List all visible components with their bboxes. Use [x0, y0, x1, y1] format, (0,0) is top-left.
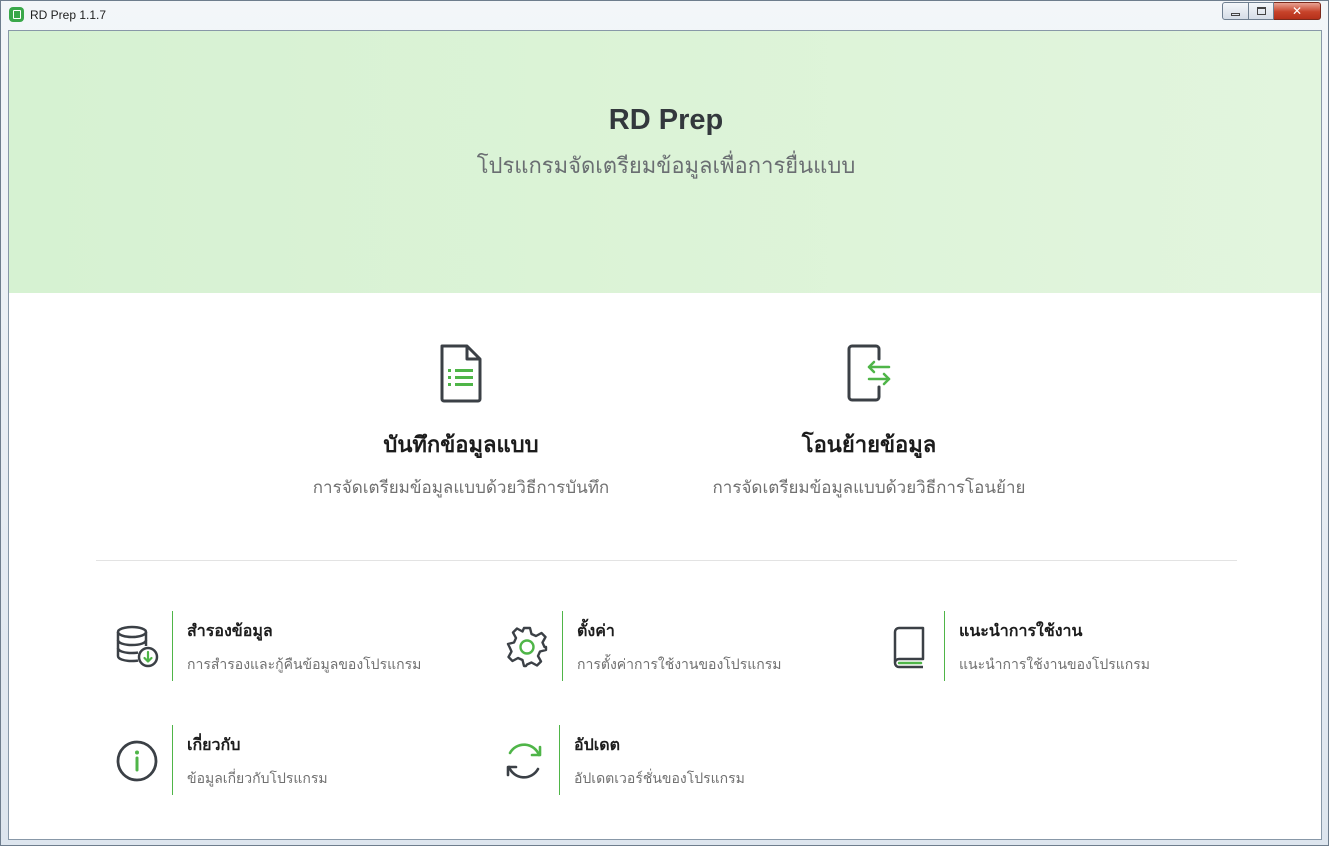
window-title: RD Prep 1.1.7	[30, 8, 107, 22]
book-icon	[893, 626, 924, 669]
item-separator	[172, 611, 173, 681]
main-content: RD Prep โปรแกรมจัดเตรียมข้อมูลเพื่อการยื…	[8, 30, 1322, 840]
info-icon	[116, 740, 157, 782]
about-label: เกี่ยวกับ	[187, 735, 241, 754]
title-bar[interactable]: RD Prep 1.1.7 ✕	[1, 1, 1328, 29]
section-divider	[96, 560, 1237, 561]
app-logo-icon	[9, 7, 24, 22]
record-data-button[interactable]: บันทึกข้อมูลแบบ การจัดเตรียมข้อมูลแบบด้ว…	[251, 343, 671, 501]
maximize-icon	[1256, 7, 1266, 15]
settings-button[interactable]: ตั้งค่า การตั้งค่าการใช้งานของโปรแกรม	[499, 611, 781, 683]
record-data-label: บันทึกข้อมูลแบบ	[383, 433, 539, 458]
hero-banner: RD Prep โปรแกรมจัดเตรียมข้อมูลเพื่อการยื…	[9, 31, 1321, 293]
update-description: อัปเดตเวอร์ชั่นของโปรแกรม	[574, 771, 745, 787]
about-button[interactable]: เกี่ยวกับ ข้อมูลเกี่ยวกับโปรแกรม	[109, 725, 328, 797]
document-list-icon	[440, 344, 482, 403]
page-subtitle: โปรแกรมจัดเตรียมข้อมูลเพื่อการยื่นแบบ	[476, 154, 856, 179]
user-guide-label: แนะนำการใช้งาน	[959, 621, 1083, 640]
transfer-data-button[interactable]: โอนย้ายข้อมูล การจัดเตรียมข้อมูลแบบด้วยว…	[659, 343, 1079, 501]
refresh-icon	[506, 743, 541, 779]
record-data-description: การจัดเตรียมข้อมูลแบบด้วยวิธีการบันทึก	[312, 478, 610, 498]
database-download-icon	[116, 625, 158, 668]
item-separator	[944, 611, 945, 681]
transfer-data-label: โอนย้ายข้อมูล	[801, 433, 937, 458]
update-label: อัปเดต	[574, 735, 621, 754]
device-transfer-icon	[847, 344, 891, 402]
update-button[interactable]: อัปเดต อัปเดตเวอร์ชั่นของโปรแกรม	[496, 725, 745, 797]
window-controls: ✕	[1222, 2, 1321, 20]
item-separator	[559, 725, 560, 795]
transfer-data-description: การจัดเตรียมข้อมูลแบบด้วยวิธีการโอนย้าย	[712, 478, 1026, 498]
backup-button[interactable]: สำรองข้อมูล การสำรองและกู้คืนข้อมูลของโป…	[109, 611, 421, 683]
minimize-button[interactable]	[1222, 2, 1249, 20]
settings-label: ตั้งค่า	[577, 621, 615, 640]
close-button[interactable]: ✕	[1274, 2, 1321, 20]
item-separator	[172, 725, 173, 795]
backup-label: สำรองข้อมูล	[187, 621, 273, 640]
about-description: ข้อมูลเกี่ยวกับโปรแกรม	[187, 771, 328, 787]
user-guide-description: แนะนำการใช้งานของโปรแกรม	[959, 657, 1150, 673]
settings-description: การตั้งค่าการใช้งานของโปรแกรม	[577, 657, 782, 673]
close-icon: ✕	[1291, 4, 1303, 18]
page-title: RD Prep	[608, 104, 724, 136]
user-guide-button[interactable]: แนะนำการใช้งาน แนะนำการใช้งานของโปรแกรม	[881, 611, 1150, 683]
minimize-icon	[1231, 12, 1240, 16]
app-window: RD Prep 1.1.7 ✕ RD Prep โปรแกรมจัดเตรียม…	[0, 0, 1329, 846]
item-separator	[562, 611, 563, 681]
backup-description: การสำรองและกู้คืนข้อมูลของโปรแกรม	[187, 657, 422, 673]
maximize-button[interactable]	[1249, 2, 1274, 20]
gear-icon	[506, 626, 547, 668]
